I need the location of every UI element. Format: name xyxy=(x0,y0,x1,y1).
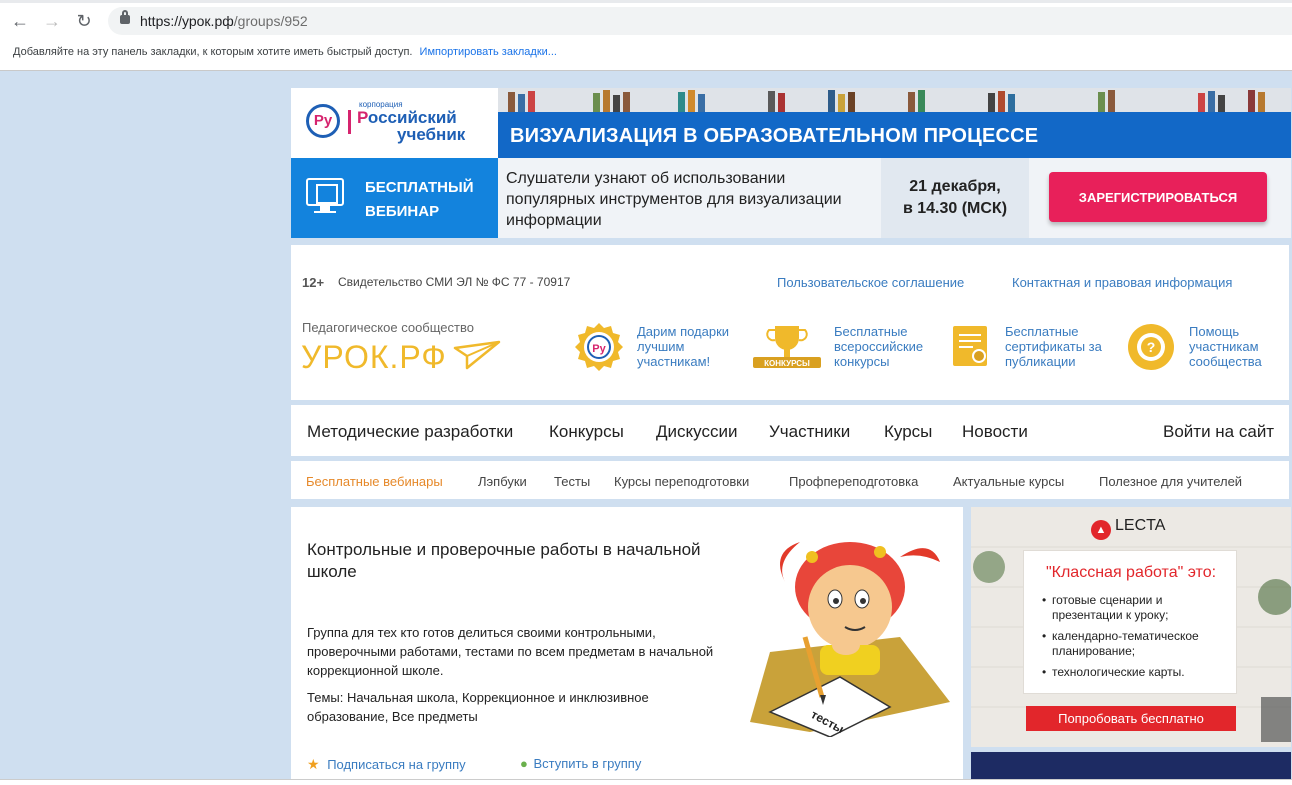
nav-courses[interactable]: Курсы xyxy=(884,422,932,442)
bookshelf-image xyxy=(498,88,1291,112)
help-icon: ? xyxy=(1128,324,1174,370)
subnav-retraining-courses[interactable]: Курсы переподготовки xyxy=(614,474,749,489)
main-nav: Методические разработки Конкурсы Дискусс… xyxy=(291,405,1289,456)
nav-methodical[interactable]: Методические разработки xyxy=(307,422,513,442)
group-title: Контрольные и проверочные работы в начал… xyxy=(307,540,701,581)
community-label: Педагогическое сообщество xyxy=(302,320,474,335)
user-agreement-link[interactable]: Пользовательское соглашение xyxy=(777,275,964,290)
subnav-tests[interactable]: Тесты xyxy=(554,474,590,489)
trophy-icon: КОНКУРСЫ xyxy=(753,326,821,368)
register-button[interactable]: ЗАРЕГИСТРИРОВАТЬСЯ xyxy=(1049,172,1267,222)
ad-item-tech-cards: технологические карты. xyxy=(1042,665,1232,680)
ru-logo-icon: Ру xyxy=(306,104,340,138)
feature-help-text[interactable]: Помощь участникам сообщества xyxy=(1189,324,1289,369)
url-text[interactable]: https://урок.рф/groups/952 xyxy=(140,13,308,29)
group-card: Контрольные и проверочные работы в начал… xyxy=(291,507,963,785)
tab-strip xyxy=(0,0,1292,3)
ad-item-planning: календарно-тематическое планирование; xyxy=(1042,629,1232,659)
ad-headline: "Классная работа" это: xyxy=(1045,564,1217,581)
add-member-icon: ● xyxy=(520,756,528,771)
subnav-actual-courses[interactable]: Актуальные курсы xyxy=(953,474,1064,489)
site-header: 12+ Свидетельство СМИ ЭЛ № ФС 77 - 70917… xyxy=(291,245,1289,400)
ad-card: "Классная работа" это: готовые сценарии … xyxy=(1023,550,1237,694)
feature-certificates-text[interactable]: Бесплатные сертификаты за публикации xyxy=(1005,324,1115,369)
logo-divider xyxy=(348,110,351,134)
site-logo[interactable]: УРОК.РФ xyxy=(301,339,447,376)
svg-text:?: ? xyxy=(1147,339,1156,355)
webinar-date: 21 декабря, в 14.30 (МСК) xyxy=(902,178,1008,217)
gift-badge-icon: Ру xyxy=(575,323,623,371)
sub-nav: Бесплатные вебинары Лэпбуки Тесты Курсы … xyxy=(291,461,1289,499)
webinar-banner[interactable]: Ру корпорация Российский учебник ВИЗУАЛИ… xyxy=(291,88,1291,238)
subnav-free-webinars[interactable]: Бесплатные вебинары xyxy=(306,474,443,489)
import-bookmarks-link[interactable]: Импортировать закладки... xyxy=(420,46,557,58)
lecta-ad[interactable]: ▲LECTA "Классная работа" это: готовые сц… xyxy=(971,507,1291,747)
group-topics: Темы: Начальная школа, Коррекционное и и… xyxy=(307,690,649,724)
bookmarks-bar: Добавляйте на эту панель закладки, к кот… xyxy=(13,46,557,58)
page-bottom xyxy=(0,779,1292,785)
ad-item-scenarios: готовые сценарии и презентации к уроку; xyxy=(1042,593,1232,623)
lecta-logo-icon: ▲ xyxy=(1091,520,1111,540)
banner-title: ВИЗУАЛИЗАЦИЯ В ОБРАЗОВАТЕЛЬНОМ ПРОЦЕССЕ xyxy=(510,125,1039,147)
login-link[interactable]: Войти на сайт xyxy=(1163,422,1274,442)
star-icon: ★ xyxy=(307,756,320,772)
subnav-lapbooks[interactable]: Лэпбуки xyxy=(478,474,527,489)
webinar-description: Слушатели узнают об использовании популя… xyxy=(506,170,842,229)
lock-icon xyxy=(120,10,130,24)
feature-gifts-text[interactable]: Дарим подарки лучшим участникам! xyxy=(637,324,747,369)
certificate-icon xyxy=(953,326,987,366)
free-webinar-label: БЕСПЛАТНЫЙ ВЕБИНАР xyxy=(365,179,474,220)
nav-discussions[interactable]: Дискуссии xyxy=(656,422,737,442)
contact-legal-link[interactable]: Контактная и правовая информация xyxy=(1012,275,1232,290)
nav-members[interactable]: Участники xyxy=(769,422,850,442)
nav-news[interactable]: Новости xyxy=(962,422,1028,442)
join-group-link[interactable]: ● Вступить в группу xyxy=(520,756,641,771)
banner-title-bar: ВИЗУАЛИЗАЦИЯ В ОБРАЗОВАТЕЛЬНОМ ПРОЦЕССЕ xyxy=(498,112,1291,158)
back-icon[interactable]: ← xyxy=(10,11,30,31)
media-certificate: Свидетельство СМИ ЭЛ № ФС 77 - 70917 xyxy=(338,275,571,289)
webinar-description-box: Слушатели узнают об использовании популя… xyxy=(498,158,881,238)
forward-icon[interactable]: → xyxy=(42,11,62,31)
girl-with-test-illustration: тесты xyxy=(750,542,950,737)
subnav-professional-retraining[interactable]: Профпереподготовка xyxy=(789,474,918,489)
register-area: ЗАРЕГИСТРИРОВАТЬСЯ xyxy=(1029,158,1291,238)
feature-contests-text[interactable]: Бесплатные всероссийские конкурсы xyxy=(834,324,944,369)
age-rating: 12+ xyxy=(302,275,325,290)
bookmarks-hint: Добавляйте на эту панель закладки, к кот… xyxy=(13,46,413,58)
paper-plane-icon xyxy=(453,340,501,370)
try-free-button[interactable]: Попробовать бесплатно xyxy=(1026,706,1236,731)
free-webinar-box: БЕСПЛАТНЫЙ ВЕБИНАР xyxy=(291,158,498,238)
group-description: Группа для тех кто готов делиться своими… xyxy=(307,625,714,678)
address-bar[interactable]: https://урок.рф/groups/952 xyxy=(108,7,1292,35)
nav-contests[interactable]: Конкурсы xyxy=(549,422,624,442)
logo-text-line2: учебник xyxy=(397,125,466,144)
rosuchebnik-logo[interactable]: Ру корпорация Российский учебник xyxy=(291,88,498,158)
svg-text:Ру: Ру xyxy=(592,343,606,355)
lecta-logo: ▲ LECTA xyxy=(1091,517,1165,540)
subnav-useful-for-teachers[interactable]: Полезное для учителей xyxy=(1099,474,1242,489)
subscribe-group-link[interactable]: ★ Подписаться на группу xyxy=(307,756,466,773)
svg-text:КОНКУРСЫ: КОНКУРСЫ xyxy=(764,359,810,368)
browser-chrome: ← → ↻ https://урок.рф/groups/952 Добавля… xyxy=(0,0,1292,71)
webinar-date-box: 21 декабря, в 14.30 (МСК) xyxy=(881,158,1029,238)
ad-feature-list: готовые сценарии и презентации к уроку; … xyxy=(1042,593,1232,686)
reload-icon[interactable]: ↻ xyxy=(74,11,94,31)
monitor-icon xyxy=(306,178,344,214)
